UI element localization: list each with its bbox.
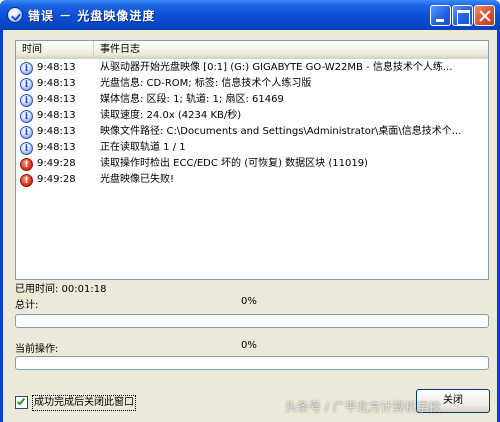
list-header: 时间 事件日志 — [16, 41, 488, 59]
title-bar[interactable]: 错误 － 光盘映像进度 — [0, 0, 500, 30]
info-icon: i — [20, 94, 33, 107]
info-icon: i — [20, 62, 33, 75]
list-item[interactable]: ! 9:49:28 光盘映像已失败! — [16, 172, 488, 188]
close-icon[interactable] — [474, 5, 495, 26]
current-progress-bar — [15, 356, 489, 370]
list-item[interactable]: i 9:48:13 读取速度: 24.0x (4234 KB/秒) — [16, 108, 488, 124]
current-operation-label: 当前操作: — [15, 344, 59, 355]
list-item[interactable]: i 9:48:13 媒体信息: 区段: 1; 轨道: 1; 扇区: 61469 — [16, 92, 488, 108]
close-on-complete-checkbox[interactable] — [15, 396, 28, 409]
event-time: 9:48:13 — [37, 94, 76, 105]
event-time: 9:48:13 — [37, 126, 76, 137]
info-icon: i — [20, 142, 33, 155]
info-icon: i — [20, 110, 33, 123]
total-label: 总计: — [15, 300, 39, 311]
event-message: 光盘信息: CD-ROM; 标签: 信息技术个人练习版 — [100, 78, 312, 89]
event-message: 光盘映像已失败! — [100, 174, 175, 185]
info-icon: i — [20, 126, 33, 139]
window-title: 错误 － 光盘映像进度 — [28, 9, 156, 23]
event-message: 媒体信息: 区段: 1; 轨道: 1; 扇区: 61469 — [100, 94, 284, 105]
column-header-time[interactable]: 时间 — [16, 41, 94, 59]
total-progress-bar — [15, 314, 489, 328]
total-percent: 0% — [241, 296, 257, 307]
elapsed-time: 已用时间: 00:01:18 — [15, 284, 107, 295]
event-time: 9:48:13 — [37, 78, 76, 89]
close-on-complete-label[interactable]: 成功完成后关闭此窗口 — [32, 395, 136, 411]
event-time: 9:48:13 — [37, 142, 76, 153]
list-item[interactable]: i 9:48:13 映像文件路径: C:\Documents and Setting… — [16, 124, 488, 140]
checkmark-icon — [16, 396, 26, 406]
maximize-icon[interactable] — [452, 5, 473, 26]
event-message: 从驱动器开始光盘映像 [0:1] (G:) GIGABYTE GO-W22MB … — [100, 62, 453, 73]
event-message: 正在读取轨道 1 / 1 — [100, 142, 186, 153]
list-item[interactable]: i 9:48:13 正在读取轨道 1 / 1 — [16, 140, 488, 156]
list-item[interactable]: ! 9:49:28 读取操作时检出 ECC/EDC 坏的 (可恢复) 数据区块 (1… — [16, 156, 488, 172]
minimize-icon[interactable] — [430, 5, 451, 26]
event-message: 映像文件路径: C:\Documents and Settings\Admini… — [100, 126, 462, 137]
event-time: 9:49:28 — [37, 174, 76, 185]
event-log-list[interactable]: 时间 事件日志 i 9:48:13 从驱动器开始光盘映像 [0:1] (G:) GI… — [15, 40, 489, 280]
list-rows: i 9:48:13 从驱动器开始光盘映像 [0:1] (G:) GIGABYTE G… — [16, 60, 488, 188]
event-message: 读取速度: 24.0x (4234 KB/秒) — [100, 110, 242, 121]
event-message: 读取操作时检出 ECC/EDC 坏的 (可恢复) 数据区块 (11019) — [100, 158, 368, 169]
watermark-text: 头条号 / 广平北方计算机学校 — [285, 400, 441, 414]
info-icon: i — [20, 78, 33, 91]
check-circle-icon — [7, 7, 23, 23]
event-time: 9:48:13 — [37, 62, 76, 73]
list-item[interactable]: i 9:48:13 光盘信息: CD-ROM; 标签: 信息技术个人练习版 — [16, 76, 488, 92]
dialog-body: 时间 事件日志 i 9:48:13 从驱动器开始光盘映像 [0:1] (G:) GI… — [3, 30, 497, 422]
event-time: 9:49:28 — [37, 158, 76, 169]
error-icon: ! — [20, 174, 33, 187]
current-operation-percent: 0% — [241, 340, 257, 351]
dialog-window: 错误 － 光盘映像进度 时间 事件日志 i 9:48:13 从驱动器开始光盘映像 [… — [0, 0, 500, 422]
error-icon: ! — [20, 158, 33, 171]
event-time: 9:48:13 — [37, 110, 76, 121]
list-item[interactable]: i 9:48:13 从驱动器开始光盘映像 [0:1] (G:) GIGABYTE G… — [16, 60, 488, 76]
column-header-event-log[interactable]: 事件日志 — [94, 41, 488, 59]
